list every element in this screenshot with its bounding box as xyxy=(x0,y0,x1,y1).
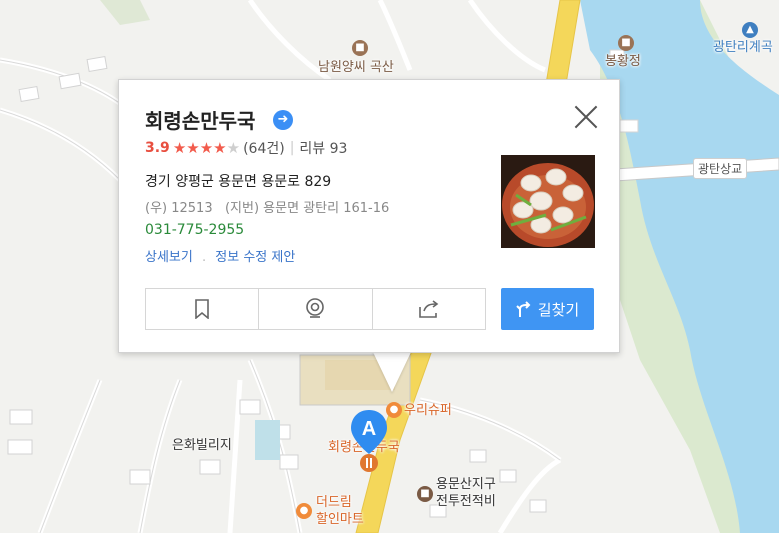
phone-number[interactable]: 031-775-2955 xyxy=(145,222,244,238)
star-icon: ★ xyxy=(172,139,187,157)
bridge-label: 광탄상교 xyxy=(693,158,748,179)
divider: | xyxy=(289,140,295,156)
star-icon: ★ xyxy=(199,139,214,157)
rating-score: 3.9 xyxy=(145,140,170,156)
place-info-card: 회령손만두국 ➜ 3.9 ★★★★★ (64건) | 리뷰 93 경기 양평군 … xyxy=(118,79,620,353)
divider: . xyxy=(201,250,207,265)
star-icon: ★ xyxy=(186,139,200,157)
postal-lot-address: (우) 12513 (지번) 용문면 광탄리 161-16 xyxy=(145,201,390,216)
poi-label[interactable]: 봉황정 xyxy=(605,54,641,70)
share-button[interactable] xyxy=(373,289,485,329)
poi-label[interactable]: 은화빌리지 xyxy=(172,438,232,454)
detail-link[interactable]: 상세보기 xyxy=(145,250,193,265)
directions-button[interactable]: 길찾기 xyxy=(501,288,594,330)
mountain-icon[interactable]: ▲ xyxy=(742,22,758,38)
marker-letter: A xyxy=(362,418,376,440)
place-name[interactable]: 회령손만두국 xyxy=(145,105,255,134)
poi-label[interactable]: 남원양씨 곡산 xyxy=(318,60,394,76)
rating-count[interactable]: (64건) xyxy=(243,138,285,158)
poi-label[interactable]: 광탄리계곡 xyxy=(713,40,773,56)
bookmark-icon xyxy=(195,299,209,319)
share-icon xyxy=(419,300,439,318)
poi-label[interactable]: 더드림 xyxy=(316,495,352,511)
save-button[interactable] xyxy=(146,289,260,329)
heritage-icon[interactable]: ■ xyxy=(352,40,368,56)
place-photo[interactable] xyxy=(501,155,595,248)
review-count[interactable]: 리뷰 93 xyxy=(299,138,347,158)
directions-label: 길찾기 xyxy=(537,300,580,319)
close-icon[interactable] xyxy=(573,104,599,130)
poi-label[interactable]: 용문산지구 xyxy=(436,477,496,493)
store-icon[interactable]: ● xyxy=(296,503,312,519)
poi-label[interactable]: 할인마트 xyxy=(316,512,364,528)
star-icon: ★ xyxy=(226,139,241,157)
road-address: 경기 양평군 용문면 용문로 829 xyxy=(145,174,332,190)
rating-row: 3.9 ★★★★★ (64건) | 리뷰 93 xyxy=(145,138,347,158)
poi-label[interactable]: 전투전적비 xyxy=(436,494,496,510)
water-block xyxy=(255,420,280,460)
arrow-right-icon[interactable]: ➜ xyxy=(273,110,293,130)
heritage-icon[interactable]: ■ xyxy=(618,35,634,51)
location-marker[interactable]: A xyxy=(349,408,389,474)
roadview-icon xyxy=(306,298,325,318)
poi-label[interactable]: 우리슈퍼 xyxy=(404,403,452,419)
edit-suggest-link[interactable]: 정보 수정 제안 xyxy=(215,250,295,265)
roadview-button[interactable] xyxy=(259,289,373,329)
star-icon: ★ xyxy=(213,139,227,157)
memorial-icon[interactable]: ■ xyxy=(417,486,433,502)
star-rating: ★★★★★ xyxy=(173,139,240,157)
card-pointer xyxy=(372,350,412,392)
route-icon xyxy=(516,301,531,317)
action-bar xyxy=(145,288,486,330)
card-links: 상세보기 . 정보 수정 제안 xyxy=(145,246,295,265)
